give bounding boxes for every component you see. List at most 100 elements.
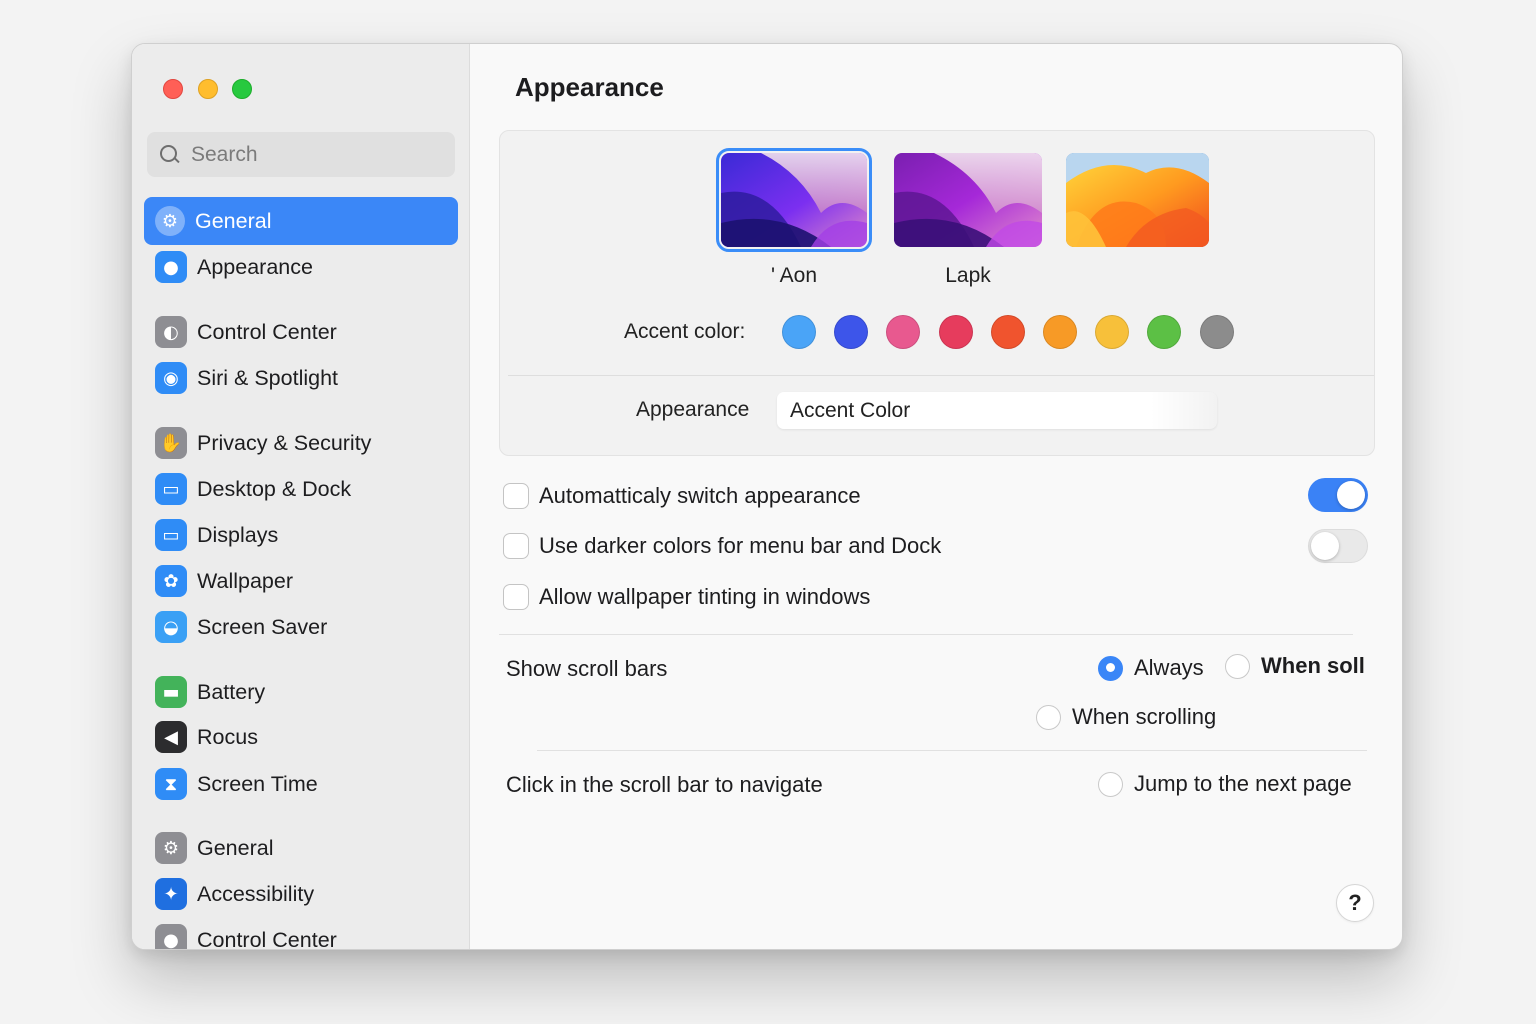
appearance-label: Appearance [636,398,750,421]
accent-color-swatch[interactable] [1147,315,1182,349]
option-label: Automatticaly switch appearance [539,483,861,508]
sidebar-item-label: Rocus [197,724,258,749]
person-icon: ● [155,924,187,949]
appearance-panel: ' Aon Lapk Accent color: Appearance Acce… [499,130,1375,456]
accessibility-icon: ✦ [155,878,187,910]
sidebar-item-label: General [195,208,272,233]
sidebar-item-rocus[interactable]: ◀ Rocus [144,713,458,761]
sidebar-item-wallpaper[interactable]: ✿ Wallpaper [144,557,458,605]
scroll-bars-always-radio[interactable]: Always [1098,655,1204,681]
hourglass-icon: ⧗ [155,768,187,800]
theme-thumbnail-aon[interactable] [716,148,872,252]
wallpaper-thumbnail-ventura [1066,153,1209,247]
sidebar-item-control-center[interactable]: ◐ Control Center [144,308,458,356]
accent-color-swatch[interactable] [1095,315,1130,349]
accent-color-swatch[interactable] [1199,315,1234,349]
appearance-select-value: Accent Color [790,398,911,422]
control-center-icon: ◐ [155,316,187,348]
accent-color-swatch[interactable] [782,315,816,349]
option-label: Use darker colors for menu bar and Dock [539,533,942,558]
wallpaper-tinting-checkbox[interactable] [503,584,529,610]
sidebar-item-label: Screen Saver [197,614,328,639]
wallpaper-tinting-option[interactable]: Allow wallpaper tinting in windows [503,584,870,610]
siri-icon: ◉ [155,362,187,394]
wallpaper-icon: ✿ [155,565,187,597]
accent-color-label: Accent color: [624,320,746,343]
auto-switch-toggle[interactable] [1308,478,1368,512]
sidebar-item-siri-spotlight[interactable]: ◉ Siri & Spotlight [144,354,458,402]
sidebar-item-displays[interactable]: ▭ Displays [144,511,458,559]
battery-icon: ▬ [155,676,187,708]
sidebar-item-desktop-dock[interactable]: ▭ Desktop & Dock [144,465,458,513]
sidebar-item-label: Battery [197,679,266,704]
radio-label: When soll [1261,653,1365,678]
sidebar-item-label: Displays [197,522,279,547]
toggle-knob [1337,481,1365,509]
main-content: Appearance ' Aon Lapk Accent color: Appe… [471,44,1402,949]
gear-icon: ⚙ [155,206,185,236]
screen-saver-icon: ◒ [155,611,187,643]
radio-button[interactable] [1098,655,1123,681]
wallpaper-thumbnail-dark [721,153,867,247]
hand-icon: ✋ [155,427,187,459]
sidebar-item-label: Desktop & Dock [197,476,352,501]
page-title: Appearance [515,72,664,102]
sidebar: ⚙ General ● Appearance ◐ Control Center … [132,44,470,949]
jump-next-page-radio[interactable]: Jump to the next page [1098,771,1352,797]
sidebar-item-label: Wallpaper [197,568,293,593]
sidebar-item-screen-time[interactable]: ⧗ Screen Time [144,760,458,808]
sidebar-item-label: Privacy & Security [197,430,372,455]
speaker-icon: ◀ [155,721,187,753]
close-button[interactable] [163,79,183,99]
accent-color-swatch[interactable] [990,315,1025,349]
sidebar-item-appearance[interactable]: ● Appearance [144,243,458,291]
accent-color-swatch[interactable] [938,315,973,349]
toggle-knob [1311,532,1339,560]
sidebar-item-label: General [197,835,274,860]
scroll-bars-when-scrolling-radio[interactable]: When scrolling [1036,704,1216,730]
darker-menu-bar-option[interactable]: Use darker colors for menu bar and Dock [503,533,941,559]
sidebar-item-label: Accessibility [197,881,315,906]
divider [499,634,1353,635]
radio-button[interactable] [1098,771,1123,797]
accent-color-swatch[interactable] [834,315,869,349]
auto-switch-appearance-option[interactable]: Automatticaly switch appearance [503,483,861,509]
sidebar-item-label: Siri & Spotlight [197,365,339,390]
click-scroll-bar-label: Click in the scroll bar to navigate [506,772,823,797]
divider [508,375,1374,376]
settings-window: ⚙ General ● Appearance ◐ Control Center … [131,43,1403,950]
help-button[interactable]: ? [1336,884,1374,922]
option-label: Allow wallpaper tinting in windows [539,584,871,609]
radio-label: Jump to the next page [1134,771,1352,796]
radio-button[interactable] [1225,653,1250,679]
zoom-button[interactable] [232,79,252,99]
scroll-bars-when-soll-radio[interactable]: When soll [1225,653,1365,679]
sidebar-item-label: Control Center [197,319,337,344]
sidebar-item-accessibility[interactable]: ✦ Accessibility [144,870,458,918]
sidebar-item-label: Control Center [197,927,337,950]
sidebar-item-battery[interactable]: ▬ Battery [144,668,458,716]
theme-thumbnail-auto[interactable] [1066,153,1209,247]
search-input[interactable] [191,142,431,167]
sidebar-item-privacy-security[interactable]: ✋ Privacy & Security [144,419,458,467]
sidebar-item-general[interactable]: ⚙ General [144,197,458,245]
radio-button[interactable] [1036,704,1061,730]
sidebar-item-label: Appearance [197,254,313,279]
radio-label: Always [1134,655,1204,680]
accent-color-swatch[interactable] [1043,315,1077,349]
darker-colors-checkbox[interactable] [503,533,529,559]
darker-colors-toggle[interactable] [1308,529,1368,563]
sidebar-item-screen-saver[interactable]: ◒ Screen Saver [144,603,458,651]
accent-color-swatch[interactable] [886,315,921,349]
dock-icon: ▭ [155,473,187,505]
auto-switch-checkbox[interactable] [503,483,529,509]
search-field[interactable] [147,132,455,177]
theme-label-aon: ' Aon [770,264,818,287]
appearance-select[interactable]: Accent Color [777,392,1217,429]
sidebar-item-control-center-2[interactable]: ● Control Center [144,916,458,949]
sidebar-item-general-2[interactable]: ⚙ General [144,824,458,872]
theme-thumbnail-lapk[interactable] [894,153,1042,247]
show-scroll-bars-label: Show scroll bars [506,656,668,681]
minimize-button[interactable] [198,79,218,99]
divider [537,750,1367,751]
